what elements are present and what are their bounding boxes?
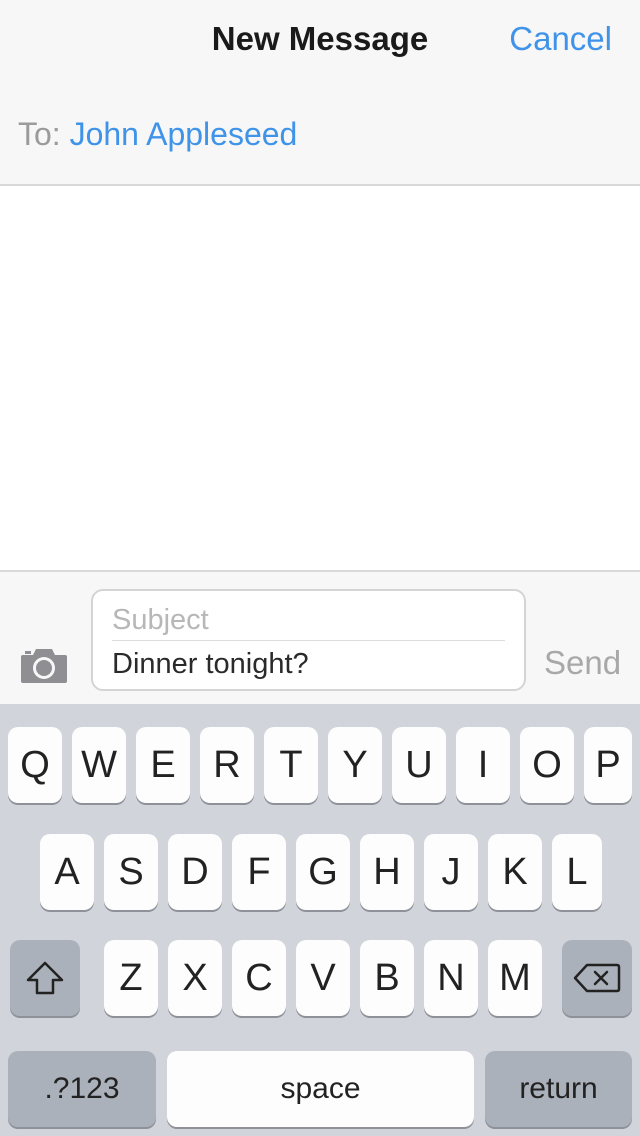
key-k[interactable]: K: [488, 834, 542, 910]
key-m[interactable]: M: [488, 940, 542, 1016]
navigation-bar: New Message Cancel To: John Appleseed: [0, 0, 640, 186]
key-d[interactable]: D: [168, 834, 222, 910]
key-t[interactable]: T: [264, 727, 318, 803]
cancel-button[interactable]: Cancel: [509, 20, 612, 58]
send-button[interactable]: Send: [544, 644, 621, 682]
return-key[interactable]: return: [485, 1051, 632, 1127]
key-o[interactable]: O: [520, 727, 574, 803]
key-f[interactable]: F: [232, 834, 286, 910]
conversation-area: [0, 186, 640, 570]
shift-icon: [26, 961, 64, 995]
delete-key[interactable]: [562, 940, 632, 1016]
key-l[interactable]: L: [552, 834, 602, 910]
key-j[interactable]: J: [424, 834, 478, 910]
key-r[interactable]: R: [200, 727, 254, 803]
key-w[interactable]: W: [72, 727, 126, 803]
to-field[interactable]: To: John Appleseed: [18, 116, 297, 153]
numbers-key[interactable]: .?123: [8, 1051, 156, 1127]
key-p[interactable]: P: [584, 727, 632, 803]
key-s[interactable]: S: [104, 834, 158, 910]
key-e[interactable]: E: [136, 727, 190, 803]
keyboard: Q W E R T Y U I O P A S D F G H J K L Z …: [0, 704, 640, 1136]
shift-key[interactable]: [10, 940, 80, 1016]
key-n[interactable]: N: [424, 940, 478, 1016]
recipient-name[interactable]: John Appleseed: [70, 116, 298, 152]
compose-bar: Subject Dinner tonight? Send: [0, 570, 640, 704]
key-b[interactable]: B: [360, 940, 414, 1016]
key-y[interactable]: Y: [328, 727, 382, 803]
subject-input[interactable]: Subject: [112, 603, 505, 641]
key-c[interactable]: C: [232, 940, 286, 1016]
key-u[interactable]: U: [392, 727, 446, 803]
key-i[interactable]: I: [456, 727, 510, 803]
key-g[interactable]: G: [296, 834, 350, 910]
message-input-box[interactable]: Subject Dinner tonight?: [91, 589, 526, 691]
key-z[interactable]: Z: [104, 940, 158, 1016]
camera-icon[interactable]: [19, 645, 69, 685]
key-q[interactable]: Q: [8, 727, 62, 803]
key-h[interactable]: H: [360, 834, 414, 910]
delete-icon: [573, 963, 621, 993]
to-label: To:: [18, 116, 61, 152]
message-input[interactable]: Dinner tonight?: [112, 647, 309, 681]
key-x[interactable]: X: [168, 940, 222, 1016]
key-a[interactable]: A: [40, 834, 94, 910]
key-v[interactable]: V: [296, 940, 350, 1016]
space-key[interactable]: space: [167, 1051, 474, 1127]
